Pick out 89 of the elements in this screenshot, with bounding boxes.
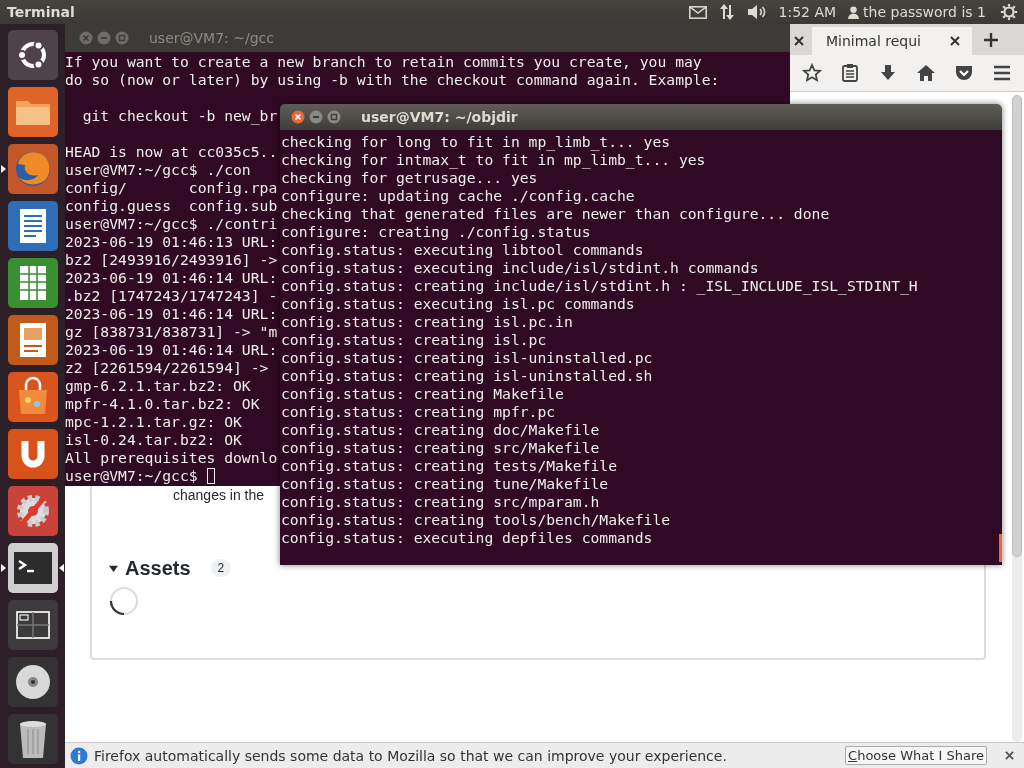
window-titlebar[interactable]: user@VM7: ~/objdir: [280, 104, 1002, 130]
terminal-line: config.status: executing depfiles commands: [281, 529, 653, 547]
volume-icon[interactable]: [746, 4, 767, 20]
terminal-line: user@VM7:~/gcc$ ./con: [65, 161, 251, 179]
terminal-line: 2023-06-19 01:46:14 URL:: [65, 341, 278, 359]
terminal-line: config.status: executing include/isl/stdint.h commands: [281, 259, 759, 277]
menu-icon[interactable]: [992, 63, 1012, 83]
terminal-line: 2023-06-19 01:46:14 URL:: [65, 269, 278, 287]
terminal-icon[interactable]: [7, 543, 58, 593]
document-icon[interactable]: [7, 201, 58, 251]
terminal-line: user@VM7:~/gcc$: [65, 467, 198, 485]
release-text: changes in the: [173, 487, 265, 503]
cloud-service-icon[interactable]: [7, 429, 58, 479]
clock[interactable]: 1:52 AM: [778, 4, 837, 20]
terminal-line: config.status: creating isl.pc.in: [281, 313, 573, 331]
terminal-line: isl-0.24.tar.bz2: OK: [65, 431, 242, 449]
ubuntu-logo-icon[interactable]: [7, 30, 58, 80]
terminal-line: bz2 [2493916/2493916] ->: [65, 251, 278, 269]
folder-icon[interactable]: [7, 87, 58, 137]
terminal-line: config.status: creating tests/Makefile: [281, 457, 618, 475]
firefox-icon[interactable]: [7, 144, 58, 194]
terminal-line: mpfr-4.1.0.tar.bz2: OK: [65, 395, 260, 413]
terminal-line: config.status: creating doc/Makefile: [281, 421, 600, 439]
terminal-line: configure: creating ./config.status: [281, 223, 591, 241]
home-icon[interactable]: [916, 63, 936, 83]
settings-icon[interactable]: [1000, 3, 1018, 21]
mail-icon[interactable]: [688, 5, 707, 19]
terminal-line: checking for intmax_t to fit in mp_limb_t... yes: [281, 151, 706, 169]
terminal-line: do so (now or later) by using -b with the checkout command again. Example:: [65, 71, 720, 89]
terminal-line: config.status: executing libtool commands: [281, 241, 644, 259]
terminal-line: config.status: creating tools/bench/Makefile: [281, 511, 671, 529]
terminal-line: config.status: creating Makefile: [281, 385, 564, 403]
close-icon[interactable]: [291, 110, 305, 124]
terminal-line: All prerequisites downlo: [65, 449, 278, 467]
terminal-line: gmp-6.2.1.tar.bz2: OK: [65, 377, 251, 395]
terminal-line: config.status: creating isl.pc: [281, 331, 547, 349]
star-icon[interactable]: [802, 63, 822, 83]
terminal-line: config.status: creating src/Makefile: [281, 439, 600, 457]
terminal-line: checking that generated files are newer than configure... done: [281, 205, 830, 223]
terminal-line: config/ config.rpa: [65, 179, 278, 197]
terminal-line: checking for long to fit in mp_limb_t... yes: [281, 133, 671, 151]
terminal-line: config.status: creating src/mparam.h: [281, 493, 600, 511]
count-badge: 2: [210, 559, 232, 577]
window-title: user@VM7: ~/objdir: [361, 109, 518, 125]
expanded-triangle-icon[interactable]: [109, 563, 118, 573]
presentation-icon[interactable]: [7, 315, 58, 365]
terminal-line: config.status: creating isl-uninstalled.sh: [281, 367, 653, 385]
user-icon: [848, 5, 860, 19]
close-icon[interactable]: [1005, 751, 1014, 760]
terminal-line: If you want to create a new branch to retain commits you create, you may: [65, 53, 702, 71]
terminal-line: gz [838731/838731] -> "m: [65, 323, 278, 341]
shopping-bag-icon[interactable]: [7, 372, 58, 422]
terminal-line: config.status: creating isl-uninstalled.pc: [281, 349, 653, 367]
tab-title: Minimal requi: [826, 33, 921, 49]
close-icon[interactable]: [950, 36, 960, 46]
maximize-icon[interactable]: [327, 110, 341, 124]
terminal-line: git checkout -b new_br: [81, 107, 278, 125]
terminal-line: 2023-06-19 01:46:14 URL:: [65, 305, 278, 323]
new-tab-icon[interactable]: [984, 32, 998, 47]
reading-list-icon[interactable]: [840, 63, 860, 83]
terminal-line: config.status: creating include/isl/stdint.h : _ISL_INCLUDE_ISL_STDINT_H: [281, 277, 918, 295]
workspace-switcher-icon[interactable]: [7, 600, 58, 650]
section-heading[interactable]: Assets: [125, 556, 191, 580]
browser-tab[interactable]: Minimal requi: [812, 27, 972, 55]
info-icon: [70, 746, 88, 765]
spreadsheet-icon[interactable]: [7, 258, 58, 308]
terminal-line: mpc-1.2.1.tar.gz: OK: [65, 413, 242, 431]
terminal-line: config.guess config.sub: [65, 197, 278, 215]
terminal-line: HEAD is now at cc035c5..: [65, 143, 278, 161]
window-title: user@VM7: ~/gcc: [149, 30, 274, 46]
notification-message: Firefox automatically sends some data to Mozilla so that we can improve your experience.: [94, 747, 728, 764]
terminal-line: .bz2 [1747243/1747243] -: [65, 287, 278, 305]
user-name[interactable]: the password is 1: [863, 4, 986, 20]
terminal-line: config.status: creating tune/Makefile: [281, 475, 609, 493]
trash-icon[interactable]: [7, 714, 58, 764]
terminal-line: configure: updating cache ./config.cache: [281, 187, 635, 205]
settings-icon[interactable]: [7, 486, 58, 536]
terminal-line: config.status: creating mpfr.pc: [281, 403, 556, 421]
terminal-line: config.status: executing isl.pc commands: [281, 295, 635, 313]
app-title: Terminal: [7, 4, 75, 20]
pocket-icon[interactable]: [954, 63, 974, 83]
terminal-line: 2023-06-19 01:46:13 URL:: [65, 233, 278, 251]
choose-what-i-share-button[interactable]: Choose What I Share: [845, 746, 987, 765]
terminal-line: z2 [2261594/2261594] ->: [65, 359, 269, 377]
terminal-line: checking for getrusage... yes: [281, 169, 538, 187]
network-transfer-icon[interactable]: [718, 4, 735, 20]
terminal-line: user@VM7:~/gcc$ ./contri: [65, 215, 278, 233]
close-icon[interactable]: [794, 36, 804, 46]
scrollbar[interactable]: [1012, 95, 1022, 742]
